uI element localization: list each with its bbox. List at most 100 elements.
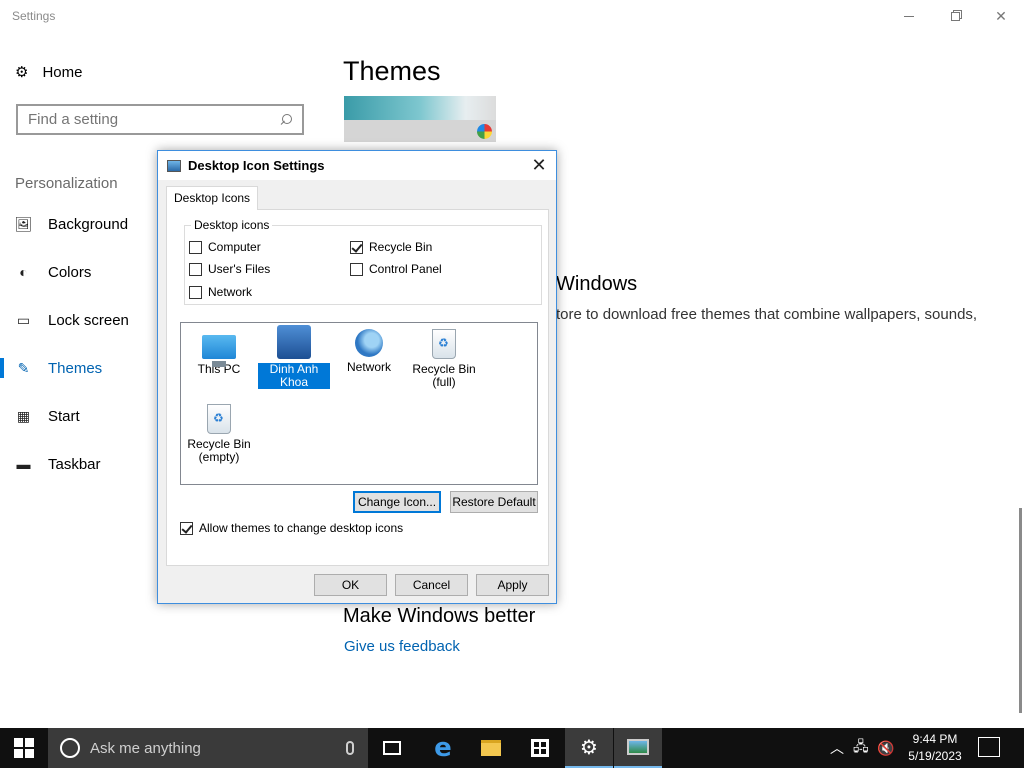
clock-date: 5/19/2023 <box>908 749 962 763</box>
search-box[interactable] <box>16 104 304 135</box>
palette-icon: ◐ <box>19 264 28 280</box>
themes-icon: ✎ <box>17 359 30 376</box>
icon-item-label: Dinh Anh Khoa <box>257 362 331 390</box>
edge-icon: e <box>434 733 452 763</box>
checkbox-label: Control Panel <box>369 262 442 276</box>
ok-button[interactable]: OK <box>314 574 387 596</box>
start-button[interactable] <box>0 728 48 768</box>
sidebar-item-label: Lock screen <box>48 311 129 329</box>
store-button[interactable] <box>516 728 564 768</box>
this-pc-icon <box>202 335 236 367</box>
cortana-icon <box>60 738 80 758</box>
scrollbar[interactable] <box>1019 508 1022 713</box>
edge-button[interactable]: e <box>419 728 467 768</box>
dialog-close-button[interactable]: ✕ <box>530 156 548 174</box>
action-center-icon[interactable] <box>978 737 1000 757</box>
taskbar-search[interactable]: Ask me anything <box>48 728 368 768</box>
icon-item-this-pc[interactable]: This PC <box>183 329 255 376</box>
store-description: tore to download free themes that combin… <box>556 306 978 323</box>
icon-item-recycle-bin-empty[interactable]: Recycle Bin (empty) <box>183 404 255 464</box>
task-view-button[interactable] <box>368 728 416 768</box>
icon-item-recycle-bin-full[interactable]: Recycle Bin (full) <box>408 329 480 389</box>
restore-icon <box>950 11 960 21</box>
restore-default-button[interactable]: Restore Default <box>450 491 538 513</box>
desktop-icons-group: Desktop icons Computer User's Files Netw… <box>184 218 542 305</box>
checkbox-box[interactable] <box>189 262 202 276</box>
sidebar-item-label: Background <box>48 215 129 233</box>
checkbox-box[interactable] <box>180 521 193 535</box>
microphone-icon[interactable] <box>346 741 354 755</box>
lock-screen-icon: ▭ <box>16 311 31 328</box>
monitor-icon <box>627 739 649 755</box>
icon-item-label: Network <box>346 360 391 374</box>
checkbox-box[interactable] <box>350 262 363 276</box>
desktop-icon-settings-taskbar-button[interactable] <box>614 728 662 768</box>
apply-button[interactable]: Apply <box>476 574 549 596</box>
computer-checkbox[interactable]: Computer <box>189 240 261 254</box>
minimize-icon <box>904 15 914 17</box>
start-tiles-icon: ▦ <box>16 407 31 424</box>
close-icon: ✕ <box>995 7 1007 24</box>
group-label: Desktop icons <box>191 218 273 232</box>
checkbox-label: Recycle Bin <box>369 240 433 254</box>
current-theme-preview[interactable] <box>344 96 496 142</box>
task-view-icon <box>383 741 401 755</box>
allow-themes-checkbox[interactable]: Allow themes to change desktop icons <box>180 521 403 535</box>
sidebar-item-label: Colors <box>48 263 92 281</box>
checkbox-box[interactable] <box>350 240 363 254</box>
dialog-titlebar[interactable]: Desktop Icon Settings ✕ <box>158 151 556 180</box>
desktop-icon-settings-dialog: Desktop Icon Settings ✕ Desktop Icons De… <box>157 150 557 604</box>
volume-muted-icon: 🔇 <box>877 739 895 756</box>
checkbox-label: Computer <box>208 240 261 254</box>
icon-item-network[interactable]: Network <box>333 329 405 374</box>
clock[interactable]: 9:44 PM 5/19/2023 <box>900 731 970 765</box>
network-checkbox[interactable]: Network <box>189 285 252 299</box>
close-button[interactable]: ✕ <box>978 0 1024 32</box>
dialog-title: Desktop Icon Settings <box>188 158 325 173</box>
feedback-link[interactable]: Give us feedback <box>344 638 460 655</box>
maximize-button[interactable] <box>932 0 978 32</box>
control-panel-checkbox[interactable]: Control Panel <box>350 262 442 276</box>
folder-icon <box>481 740 501 756</box>
checkbox-label: User's Files <box>208 262 271 276</box>
users-files-checkbox[interactable]: User's Files <box>189 262 270 276</box>
recycle-bin-checkbox[interactable]: Recycle Bin <box>350 240 432 254</box>
desktop-icon <box>167 159 181 172</box>
change-icon-button[interactable]: Change Icon... <box>353 491 441 513</box>
tab-desktop-icons[interactable]: Desktop Icons <box>166 186 259 210</box>
file-explorer-button[interactable] <box>467 728 515 768</box>
color-wheel-icon <box>477 124 492 139</box>
network-tray-button[interactable]: 🖧 <box>853 728 869 768</box>
cancel-button[interactable]: Cancel <box>395 574 468 596</box>
search-icon[interactable] <box>280 113 292 126</box>
icon-list[interactable]: This PC Dinh Anh Khoa Network Recycle Bi… <box>180 322 538 485</box>
minimize-button[interactable] <box>886 0 932 32</box>
checkbox-box[interactable] <box>189 285 202 299</box>
clock-time: 9:44 PM <box>912 732 958 746</box>
chevron-up-icon: ︿ <box>830 740 844 756</box>
preview-band <box>344 120 496 142</box>
icon-item-user-files[interactable]: Dinh Anh Khoa <box>257 325 331 390</box>
taskbar: Ask me anything e ⚙ ︿ 🖧 🔇 9:44 PM 5/19/2… <box>0 728 1024 768</box>
sidebar-item-label: Taskbar <box>48 455 101 473</box>
show-hidden-icons-button[interactable]: ︿ <box>830 728 844 768</box>
gear-icon: ⚙ <box>15 64 29 81</box>
network-icon <box>355 329 383 357</box>
volume-tray-button[interactable]: 🔇 <box>877 728 894 768</box>
make-windows-better-heading: Make Windows better <box>343 605 536 627</box>
store-heading: Windows <box>556 273 638 295</box>
sidebar-item-label: Start <box>48 407 80 425</box>
network-tray-icon: 🖧 <box>853 738 869 754</box>
home-link[interactable]: ⚙ Home <box>15 63 83 82</box>
search-input[interactable] <box>28 111 280 128</box>
gear-icon: ⚙ <box>580 736 598 759</box>
section-label: Personalization <box>15 175 118 192</box>
store-icon <box>531 739 549 757</box>
home-label: Home <box>42 63 83 81</box>
icon-item-label: Recycle Bin (empty) <box>187 437 251 464</box>
checkbox-box[interactable] <box>189 240 202 254</box>
settings-taskbar-button[interactable]: ⚙ <box>565 728 613 768</box>
icon-item-label: Recycle Bin (full) <box>412 362 476 389</box>
window-title: Settings <box>12 9 56 23</box>
checkbox-label: Allow themes to change desktop icons <box>199 521 404 535</box>
